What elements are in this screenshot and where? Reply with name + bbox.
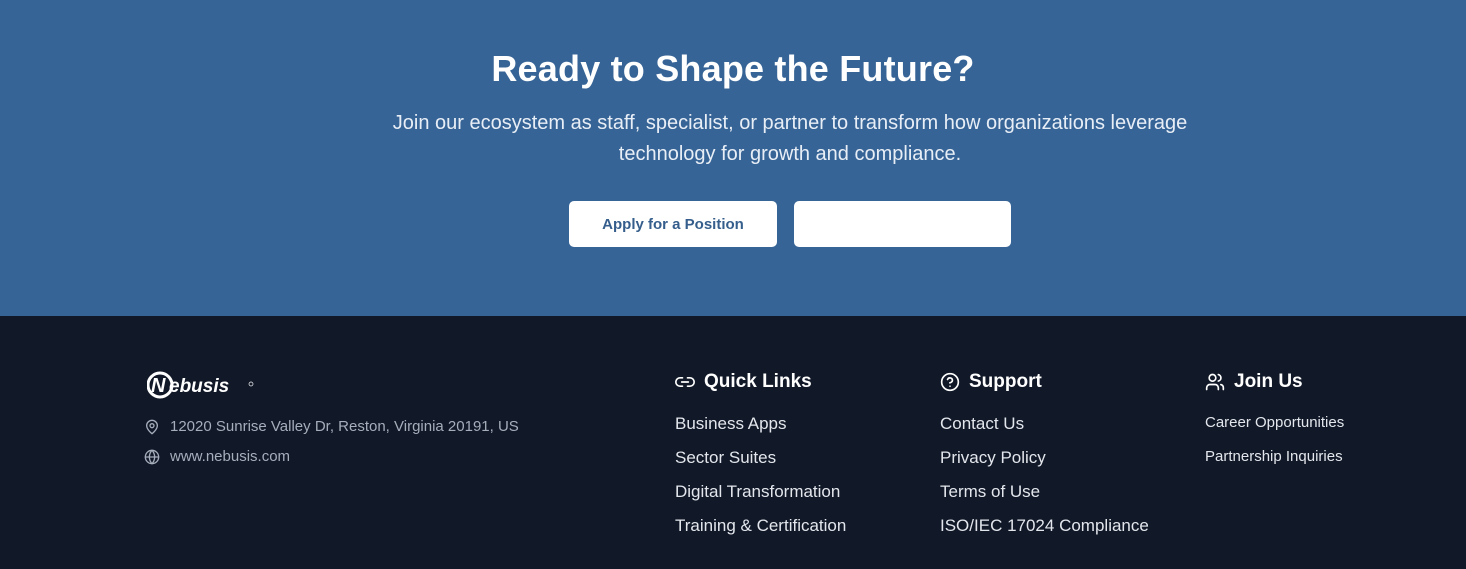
quick-link-sector-suites[interactable]: Sector Suites	[675, 448, 776, 467]
join-link-career-opportunities[interactable]: Career Opportunities	[1205, 414, 1344, 431]
quick-link-digital-transformation[interactable]: Digital Transformation	[675, 482, 840, 501]
support-link-terms-of-use[interactable]: Terms of Use	[940, 482, 1040, 501]
address-row: 12020 Sunrise Valley Dr, Reston, Virgini…	[144, 418, 519, 435]
help-circle-icon	[940, 372, 960, 392]
nebusis-logo[interactable]: N ebusis	[147, 370, 257, 400]
join-us-heading: Join Us	[1205, 370, 1344, 394]
users-icon	[1205, 373, 1225, 391]
website-link[interactable]: www.nebusis.com	[170, 448, 290, 465]
quick-link-business-apps[interactable]: Business Apps	[675, 414, 787, 433]
quick-link-training-certification[interactable]: Training & Certification	[675, 516, 846, 535]
svg-text:N: N	[151, 375, 166, 397]
support-heading: Support	[940, 370, 1149, 394]
support-column: Support Contact Us Privacy Policy Terms …	[940, 370, 1149, 550]
address-text: 12020 Sunrise Valley Dr, Reston, Virgini…	[170, 418, 519, 435]
map-pin-icon	[146, 419, 158, 434]
partner-button[interactable]	[794, 201, 1011, 247]
support-link-privacy-policy[interactable]: Privacy Policy	[940, 448, 1046, 467]
support-title: Support	[969, 371, 1042, 392]
quick-links-column: Quick Links Business Apps Sector Suites …	[675, 370, 846, 550]
cta-section: Ready to Shape the Future? Join our ecos…	[0, 0, 1466, 316]
join-us-column: Join Us Career Opportunities Partnership…	[1205, 370, 1344, 482]
quick-links-title: Quick Links	[704, 371, 812, 392]
cta-subtitle: Join our ecosystem as staff, specialist,…	[392, 112, 1188, 165]
support-link-iso-compliance[interactable]: ISO/IEC 17024 Compliance	[940, 516, 1149, 535]
join-us-title: Join Us	[1234, 371, 1303, 392]
svg-text:ebusis: ebusis	[169, 376, 229, 397]
quick-links-heading: Quick Links	[675, 370, 846, 394]
globe-icon	[144, 449, 160, 464]
website-row: www.nebusis.com	[144, 448, 290, 465]
link-icon	[675, 377, 695, 387]
support-link-contact-us[interactable]: Contact Us	[940, 414, 1024, 433]
apply-position-button[interactable]: Apply for a Position	[569, 201, 777, 247]
cta-title: Ready to Shape the Future?	[491, 48, 975, 89]
join-link-partnership-inquiries[interactable]: Partnership Inquiries	[1205, 448, 1343, 465]
